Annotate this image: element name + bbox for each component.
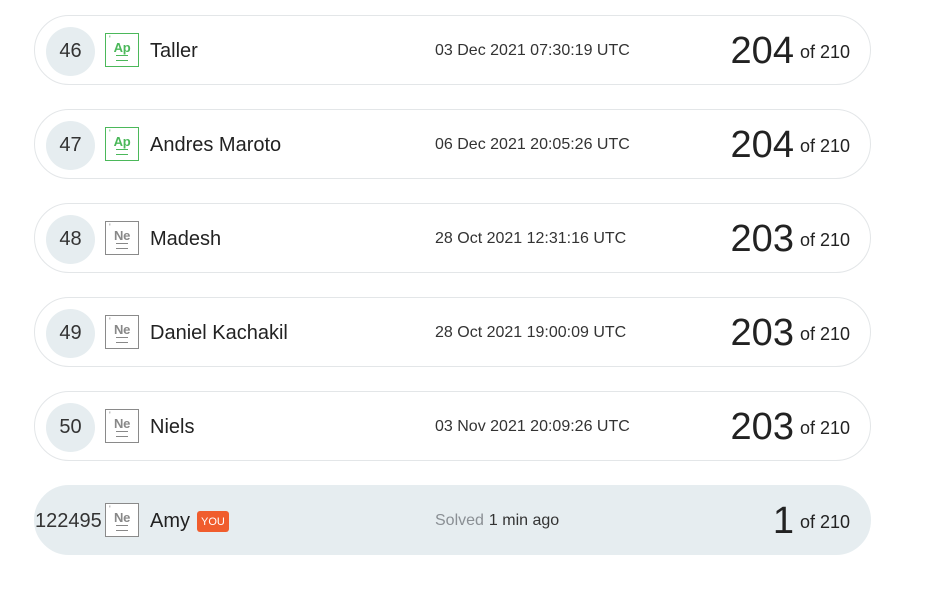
solved-date: 28 Oct 2021 12:31:16 UTC — [435, 230, 627, 247]
score: 1 of 210 — [773, 486, 850, 556]
score-total: of 210 — [799, 417, 850, 438]
score: 203 of 210 — [731, 298, 850, 368]
score-total: of 210 — [799, 229, 850, 250]
rank-number: 46 — [46, 27, 95, 76]
score-value: 203 — [730, 405, 794, 448]
score: 204 of 210 — [731, 110, 850, 180]
user-name[interactable]: Madesh — [150, 204, 221, 274]
score-value: 203 — [730, 311, 794, 354]
solved-time: 1 min ago — [488, 512, 560, 529]
rank-number: 49 — [46, 309, 95, 358]
level-badge-icon: ' Ap — [105, 33, 139, 67]
score-value: 204 — [730, 123, 794, 166]
you-badge: YOU — [197, 510, 229, 532]
solved-label: Solved — [435, 512, 484, 529]
badge-symbol: Ne — [113, 322, 131, 337]
solved-date: 06 Dec 2021 20:05:26 UTC — [435, 136, 630, 153]
leaderboard-list: 46 ' Ap Taller 03 Dec 2021 07:30:19 UTC 2… — [0, 0, 945, 592]
rank-number: 122495 — [35, 510, 102, 532]
score-total: of 210 — [799, 323, 850, 344]
leaderboard-row[interactable]: 47 ' Ap Andres Maroto 06 Dec 2021 20:05:2… — [34, 109, 871, 179]
solved-date: 03 Dec 2021 07:30:19 UTC — [435, 42, 630, 59]
score: 204 of 210 — [731, 16, 850, 86]
user-name-wrapper: Amy YOU — [150, 486, 229, 556]
user-name[interactable]: Taller — [150, 16, 198, 86]
user-name[interactable]: Niels — [150, 392, 194, 462]
rank-number: 50 — [46, 403, 95, 452]
score-value: 203 — [730, 217, 794, 260]
current-user-row[interactable]: 122495 ' Ne Amy YOU Solved 1 min ago 1 of… — [34, 485, 871, 555]
badge-symbol: Ap — [113, 40, 131, 55]
badge-symbol: Ne — [113, 416, 131, 431]
solved-date: 28 Oct 2021 19:00:09 UTC — [435, 324, 627, 341]
rank-number: 48 — [46, 215, 95, 264]
rank-number: 47 — [46, 121, 95, 170]
level-badge-icon: ' Ap — [105, 127, 139, 161]
user-name[interactable]: Andres Maroto — [150, 110, 281, 180]
user-name[interactable]: Amy — [150, 510, 190, 533]
badge-symbol: Ap — [113, 134, 131, 149]
score-value: 204 — [730, 29, 794, 72]
solved-date: 03 Nov 2021 20:09:26 UTC — [435, 418, 630, 435]
solved-status: Solved 1 min ago — [435, 486, 559, 556]
score-total: of 210 — [799, 135, 850, 156]
level-badge-icon: ' Ne — [105, 503, 139, 537]
score-value: 1 — [772, 499, 794, 542]
score: 203 of 210 — [731, 204, 850, 274]
score: 203 of 210 — [731, 392, 850, 462]
leaderboard-row[interactable]: 50 ' Ne Niels 03 Nov 2021 20:09:26 UTC 20… — [34, 391, 871, 461]
leaderboard-row[interactable]: 49 ' Ne Daniel Kachakil 28 Oct 2021 19:00… — [34, 297, 871, 367]
level-badge-icon: ' Ne — [105, 409, 139, 443]
score-total: of 210 — [799, 511, 850, 532]
level-badge-icon: ' Ne — [105, 221, 139, 255]
badge-symbol: Ne — [113, 510, 131, 525]
leaderboard-row[interactable]: 46 ' Ap Taller 03 Dec 2021 07:30:19 UTC 2… — [34, 15, 871, 85]
leaderboard-row[interactable]: 48 ' Ne Madesh 28 Oct 2021 12:31:16 UTC 2… — [34, 203, 871, 273]
user-name[interactable]: Daniel Kachakil — [150, 298, 288, 368]
score-total: of 210 — [799, 41, 850, 62]
badge-symbol: Ne — [113, 228, 131, 243]
level-badge-icon: ' Ne — [105, 315, 139, 349]
